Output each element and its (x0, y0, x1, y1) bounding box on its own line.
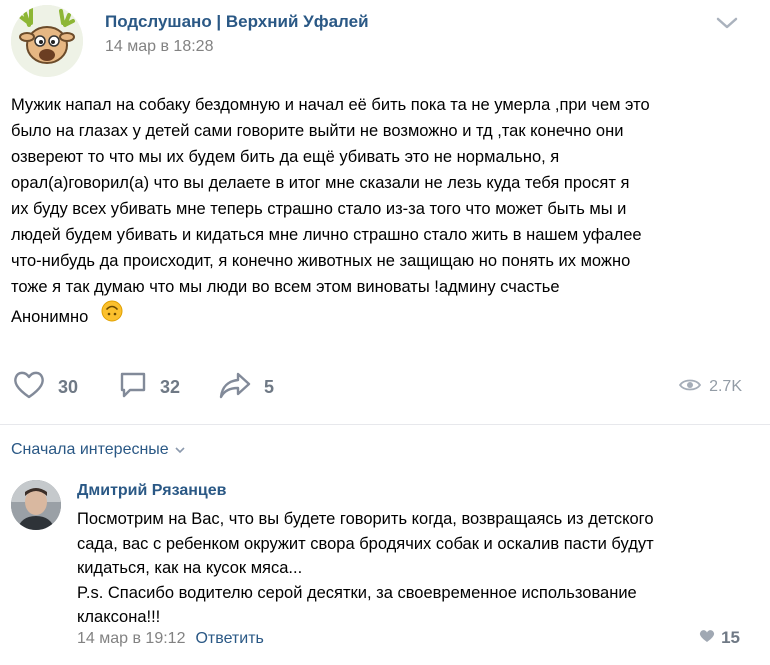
comment-text: Посмотрим на Вас, что вы будете говорить… (77, 507, 757, 630)
comment-author-link[interactable]: Дмитрий Рязанцев (77, 482, 226, 500)
chevron-down-icon[interactable] (716, 16, 738, 30)
sort-label: Сначала интересные (11, 441, 169, 458)
divider (0, 424, 770, 425)
post-text-line: Мужик напал на собаку бездомную и начал … (11, 96, 650, 114)
comment-text-line: P.s. Спасибо водителю серой десятки, за … (77, 583, 637, 602)
post-signature: Анонимно (11, 300, 751, 330)
eye-icon (678, 378, 702, 397)
comment-text-line: Посмотрим на Вас, что вы будете говорить… (77, 510, 654, 528)
comment-icon (118, 370, 148, 405)
comment-like-button[interactable]: 15 (699, 628, 740, 648)
post-text-line: озвереют то что мы их будем бить да ещё … (11, 148, 560, 166)
post-text: Мужик напал на собаку бездомную и начал … (11, 92, 751, 330)
like-button[interactable]: 30 (12, 365, 78, 409)
post-text-line: было на глазах у детей сами говорите вый… (11, 122, 624, 140)
small-heart-icon (699, 629, 715, 648)
like-count: 30 (58, 376, 79, 397)
post-text-line: их буду всех убивать мне теперь страшно … (11, 200, 627, 218)
user-avatar[interactable] (11, 480, 61, 530)
chevron-down-icon (169, 441, 185, 459)
post-text-line: что-нибудь да происходит, я конечно живо… (11, 252, 631, 270)
share-icon (218, 370, 252, 405)
comment-count: 32 (160, 376, 181, 397)
upside-down-face-emoji (101, 300, 123, 322)
views-counter: 2.7K (678, 365, 742, 409)
reply-button[interactable]: Ответить (195, 630, 263, 648)
post-text-line: людей будем убивать и кидаться мне лично… (11, 226, 642, 244)
comment-text-line: кидаться, как на кусок мяса... (77, 559, 303, 577)
share-count: 5 (264, 376, 275, 397)
share-button[interactable]: 5 (218, 365, 274, 409)
comment-button[interactable]: 32 (118, 365, 180, 409)
heart-icon (12, 370, 46, 405)
comment-text-line: сада, вас с ребенком окружит свора бродя… (77, 534, 654, 553)
group-avatar[interactable] (11, 5, 83, 77)
post-actions: 30 32 5 2.7K (0, 365, 770, 409)
group-name-link[interactable]: Подслушано | Верхний Уфалей (105, 12, 369, 32)
post-header: Подслушано | Верхний Уфалей 14 мар в 18:… (0, 0, 770, 77)
comment-date[interactable]: 14 мар в 19:12 (77, 630, 185, 648)
comment-like-count: 15 (721, 628, 740, 647)
post-signature-text: Анонимно (11, 308, 89, 326)
post-date[interactable]: 14 мар в 18:28 (105, 38, 213, 56)
comment-text-line: клаксона!!! (77, 608, 161, 626)
post-text-line: орал(а)говорил(а) что вы делаете в итог … (11, 174, 630, 192)
comment-footer: 14 мар в 19:12 Ответить (77, 630, 264, 648)
views-count: 2.7K (709, 378, 742, 395)
comments-sort-dropdown[interactable]: Сначала интересные (11, 441, 185, 459)
post-text-line: тоже я так думаю что мы люди во всем это… (11, 278, 560, 296)
